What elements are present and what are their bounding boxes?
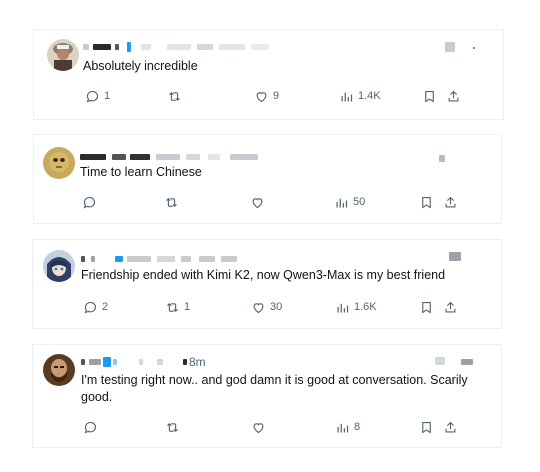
author-info-redacted <box>80 152 480 162</box>
bookmark-icon <box>419 195 434 210</box>
avatar[interactable] <box>47 39 79 71</box>
like-button[interactable]: 30 <box>251 299 282 315</box>
repost-button[interactable]: 1 <box>165 299 190 315</box>
post-text: I'm testing right now.. and god damn it … <box>81 373 468 404</box>
more-options-redacted[interactable] <box>433 42 493 52</box>
post-timestamp[interactable]: 8m <box>189 355 206 369</box>
repost-arrows-icon <box>167 89 182 104</box>
heart-icon <box>254 89 269 104</box>
bookmark-button[interactable] <box>419 419 434 435</box>
like-count: 9 <box>273 90 280 102</box>
like-button[interactable] <box>250 194 269 210</box>
repost-arrows-icon <box>164 195 179 210</box>
post-card[interactable]: 8m I'm testing right now.. and god damn … <box>32 344 502 448</box>
bar-chart-icon <box>334 195 349 210</box>
reply-button[interactable]: 1 <box>85 88 110 104</box>
view-count: 50 <box>353 196 366 208</box>
action-bar: 8 <box>81 419 491 435</box>
more-options-redacted[interactable] <box>431 357 491 367</box>
view-count: 1.4K <box>358 90 381 102</box>
like-button[interactable] <box>251 419 270 435</box>
verified-badge-icon <box>127 42 131 52</box>
more-options-redacted[interactable] <box>431 147 491 162</box>
share-button[interactable] <box>446 88 461 104</box>
action-bar: 1 9 1.4K <box>83 88 493 104</box>
speech-bubble-icon <box>83 300 98 315</box>
speech-bubble-icon <box>85 89 100 104</box>
bar-chart-icon <box>339 89 354 104</box>
bookmark-button[interactable] <box>422 88 437 104</box>
verified-badge-icon <box>103 357 111 367</box>
more-options-redacted[interactable] <box>431 252 491 262</box>
repost-arrows-icon <box>165 420 180 435</box>
view-count: 8 <box>354 421 361 433</box>
views-button[interactable]: 8 <box>335 419 360 435</box>
avatar[interactable] <box>43 147 75 179</box>
action-bar: 50 <box>80 194 491 210</box>
avatar[interactable] <box>43 250 75 282</box>
share-button[interactable] <box>443 419 458 435</box>
author-info-redacted <box>83 42 483 52</box>
view-count: 1.6K <box>354 301 377 313</box>
views-button[interactable]: 1.4K <box>339 88 381 104</box>
bookmark-icon <box>422 89 437 104</box>
views-button[interactable]: 50 <box>334 194 365 210</box>
reply-count: 2 <box>102 301 109 313</box>
post-card[interactable]: Friendship ended with Kimi K2, now Qwen3… <box>32 239 502 329</box>
repost-button[interactable] <box>164 194 183 210</box>
speech-bubble-icon <box>83 420 98 435</box>
share-upload-icon <box>443 300 458 315</box>
reply-count: 1 <box>104 90 111 102</box>
speech-bubble-icon <box>82 195 97 210</box>
share-upload-icon <box>443 420 458 435</box>
verified-badge-icon <box>115 256 123 262</box>
share-button[interactable] <box>443 194 458 210</box>
post-card[interactable]: Time to learn Chinese 50 <box>33 134 502 224</box>
bookmark-icon <box>419 420 434 435</box>
reply-button[interactable] <box>82 194 101 210</box>
action-bar: 2 1 30 1.6K <box>81 299 491 315</box>
views-button[interactable]: 1.6K <box>335 299 377 315</box>
bar-chart-icon <box>335 300 350 315</box>
repost-button[interactable] <box>167 88 186 104</box>
author-info-redacted: 8m <box>81 355 481 369</box>
author-info-redacted <box>81 254 481 264</box>
repost-arrows-icon <box>165 300 180 315</box>
bookmark-icon <box>419 300 434 315</box>
like-count: 30 <box>270 301 283 313</box>
post-card[interactable]: Absolutely incredible 1 9 1.4K <box>33 29 504 120</box>
avatar[interactable] <box>43 354 75 386</box>
like-button[interactable]: 9 <box>254 88 279 104</box>
bookmark-button[interactable] <box>419 299 434 315</box>
heart-icon <box>251 420 266 435</box>
repost-button[interactable] <box>165 419 184 435</box>
reply-button[interactable] <box>83 419 102 435</box>
heart-icon <box>250 195 265 210</box>
bookmark-button[interactable] <box>419 194 434 210</box>
share-upload-icon <box>443 195 458 210</box>
share-button[interactable] <box>443 299 458 315</box>
heart-icon <box>251 300 266 315</box>
bar-chart-icon <box>335 420 350 435</box>
post-text: Time to learn Chinese <box>80 165 202 179</box>
share-upload-icon <box>446 89 461 104</box>
post-text: Friendship ended with Kimi K2, now Qwen3… <box>81 268 446 282</box>
post-text: Absolutely incredible <box>83 59 198 73</box>
reply-button[interactable]: 2 <box>83 299 108 315</box>
repost-count: 1 <box>184 301 191 313</box>
